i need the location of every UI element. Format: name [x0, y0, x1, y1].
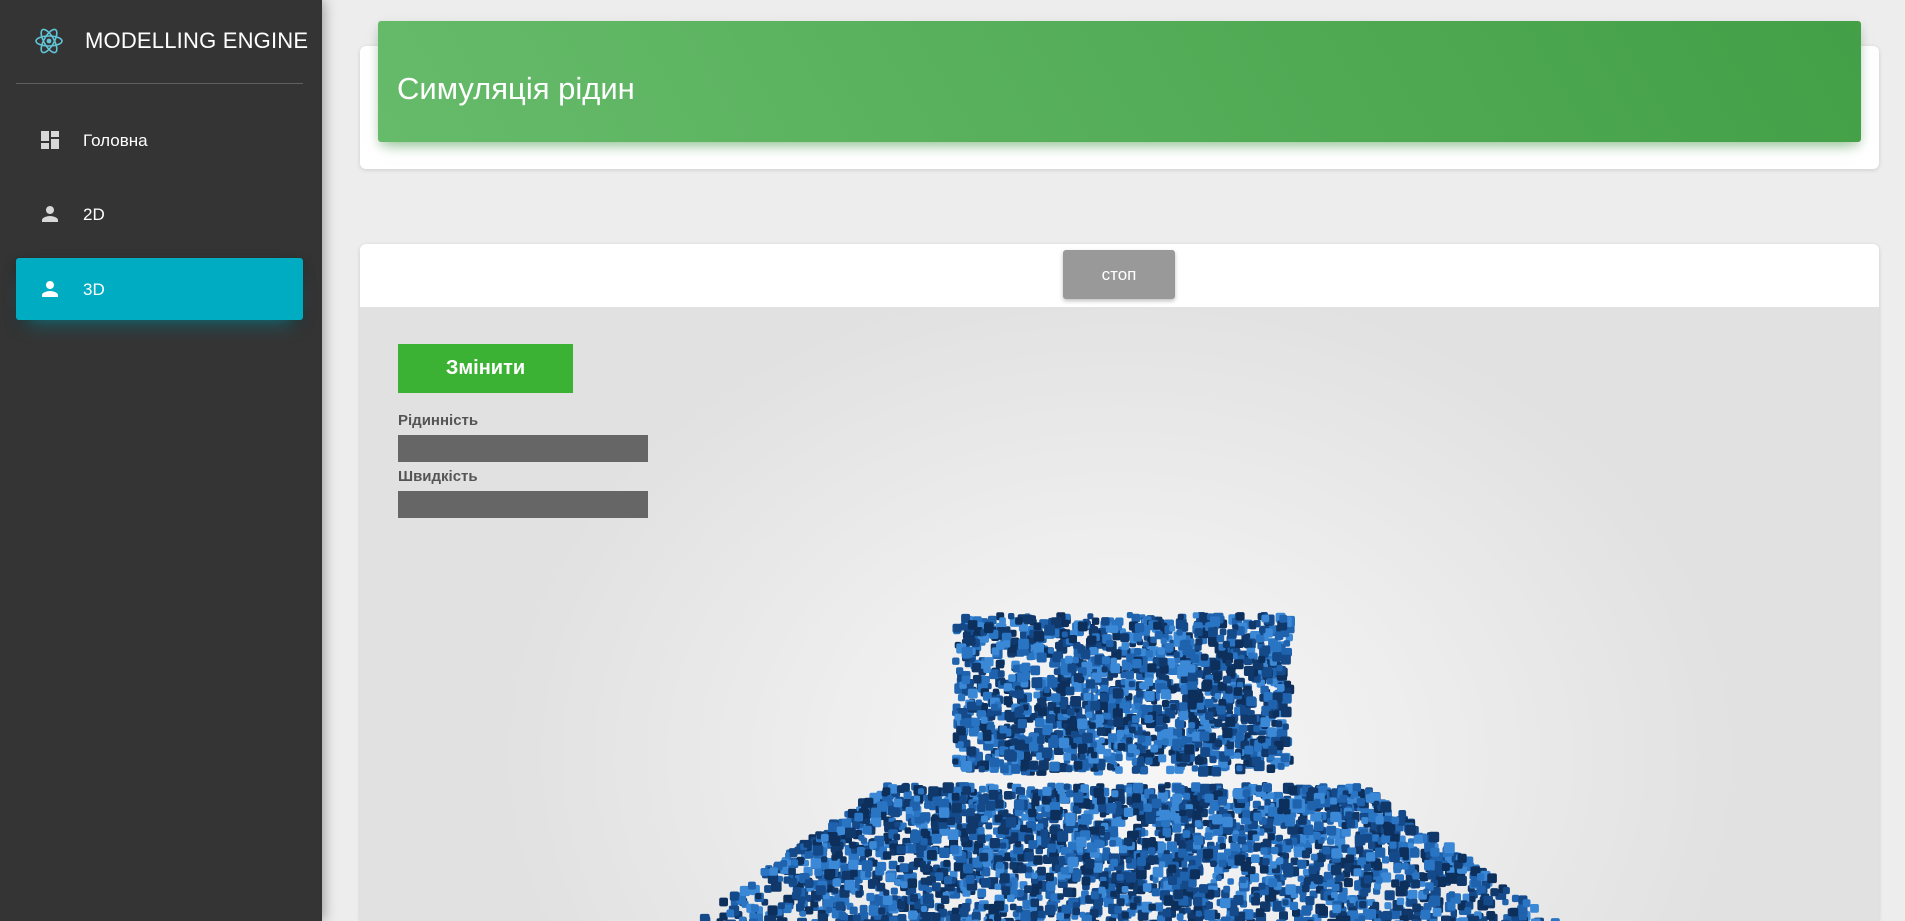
- sidebar-item-3d[interactable]: 3D: [16, 258, 303, 320]
- header-banner: Симуляція рідин: [378, 21, 1861, 142]
- sidebar-item-label: 3D: [83, 280, 105, 299]
- person-icon: [42, 281, 58, 297]
- sidebar: MODELLING ENGINE Головна 2D 3D: [0, 0, 322, 921]
- sidebar-item-label: 2D: [83, 205, 105, 224]
- react-atom-icon: [35, 28, 63, 54]
- person-icon: [42, 206, 58, 222]
- sidebar-item-label: Головна: [83, 131, 148, 150]
- page-title: Симуляція рідин: [397, 71, 635, 106]
- dashboard-icon: [41, 131, 59, 149]
- brand[interactable]: MODELLING ENGINE: [0, 0, 322, 84]
- brand-title: MODELLING ENGINE: [85, 28, 309, 53]
- sidebar-divider: [16, 83, 303, 84]
- fluid-particles: [699, 612, 1560, 921]
- fluidity-label: Рідинність: [398, 412, 479, 429]
- simulation-viewport[interactable]: Змінити Рідинність Швидкість: [360, 307, 1879, 921]
- speed-label: Швидкість: [398, 468, 478, 485]
- sidebar-item-home[interactable]: Головна: [16, 109, 303, 171]
- fluidity-slider[interactable]: [398, 435, 648, 462]
- stop-button[interactable]: стоп: [1063, 250, 1175, 299]
- simulation-card: стоп Змінити Рідинність Швидкість: [360, 244, 1879, 921]
- change-button[interactable]: Змінити: [398, 344, 573, 393]
- speed-slider[interactable]: [398, 491, 648, 518]
- sidebar-item-2d[interactable]: 2D: [16, 183, 303, 245]
